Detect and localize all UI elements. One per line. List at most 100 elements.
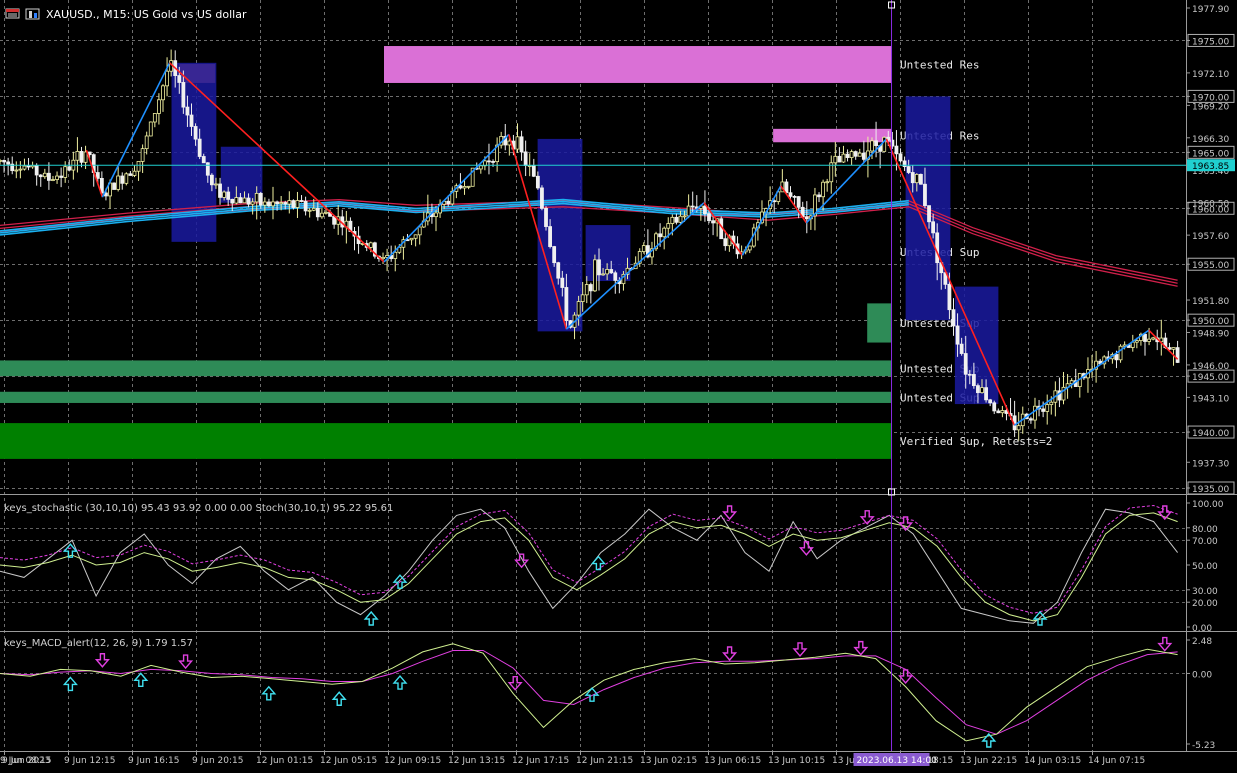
candle-body [1029, 418, 1033, 421]
candle-body [898, 153, 903, 162]
macd-down-arrow-icon [94, 653, 110, 668]
chart-type-icon[interactable] [25, 8, 40, 20]
candle-body [124, 173, 129, 184]
candle-body [857, 152, 862, 157]
candle-body [1041, 408, 1046, 412]
candle-body [413, 234, 418, 239]
candle-body [613, 272, 618, 281]
macd-down-arrow-icon [722, 646, 738, 662]
time-axis-label: 13 Jun 10:15 [768, 756, 825, 766]
candle-body [906, 166, 911, 173]
current-price-value: 1963.85 [1192, 162, 1229, 172]
candle-body [0, 160, 2, 162]
zone-resistance [384, 46, 892, 83]
candle-body [996, 410, 1001, 414]
candle-body [804, 216, 809, 220]
candle-body [792, 196, 797, 198]
candle-body [837, 155, 842, 163]
macd-up-arrow-icon [331, 691, 347, 706]
price-axis-label: 1975.00 [1192, 37, 1229, 47]
macd-down-arrow-icon [1157, 636, 1173, 652]
candle-body [157, 99, 161, 114]
candle-body [1049, 401, 1054, 406]
candle-body [519, 136, 524, 153]
candle-body [531, 165, 536, 177]
candle-body [1000, 410, 1005, 414]
macd-up-arrow-icon [261, 685, 277, 701]
candle-body [22, 165, 27, 170]
candle-body [923, 183, 927, 207]
candle-body [984, 387, 988, 401]
candle-body [466, 185, 471, 188]
stochastic-axis-label: 100.00 [1192, 500, 1224, 510]
stochastic-up-arrow-icon [590, 555, 606, 571]
candle-body [951, 309, 956, 327]
candle-body [1175, 347, 1180, 363]
zigzag-segment [101, 62, 171, 198]
price-axis-label: 1972.10 [1192, 70, 1229, 80]
candle-body [42, 172, 47, 178]
candle-body [1171, 347, 1176, 350]
candle-body [910, 172, 915, 184]
candle-body [132, 170, 137, 176]
time-axis-label: 13 Jun 06:15 [704, 756, 761, 766]
price-axis-label: 1966.30 [1192, 135, 1229, 145]
candle-body [218, 183, 222, 198]
trading-chart-window[interactable]: Untested ResUntested ResUntested SupUnte… [0, 0, 1237, 769]
time-axis-label: 9 Jun 20:15 [192, 756, 243, 766]
price-axis-label: 1977.90 [1192, 5, 1229, 15]
price-axis-label: 1955.00 [1192, 261, 1229, 271]
candle-body [120, 175, 125, 184]
candle-body [79, 151, 84, 163]
candle-body [678, 215, 683, 223]
macd-up-arrow-icon [133, 672, 149, 688]
zone-support [867, 303, 892, 343]
candle-body [1045, 404, 1050, 412]
candle-body [55, 175, 59, 180]
time-axis-label: 12 Jun 05:15 [320, 756, 377, 766]
candle-body [849, 151, 854, 158]
candle-body [747, 245, 752, 251]
candle-body [666, 223, 671, 229]
time-axis-label: 13 Jun 02:15 [640, 756, 697, 766]
candle-body [267, 201, 271, 207]
window-menu-icon[interactable] [5, 8, 20, 19]
candle-body [605, 269, 610, 275]
candle-body [821, 181, 825, 198]
macd-up-arrow-icon [392, 674, 408, 690]
cursor-time-label: 2023.06.13 14:00 [857, 756, 938, 766]
zone-resistance [773, 128, 892, 143]
time-axis-label: 12 Jun 21:15 [576, 756, 633, 766]
candle-body [238, 197, 243, 204]
candle-body [817, 194, 821, 198]
candle-body [861, 152, 866, 160]
candle-body [51, 179, 55, 181]
chart-canvas[interactable]: Untested ResUntested ResUntested SupUnte… [0, 0, 1237, 769]
candle-body [658, 233, 663, 238]
candle-body [6, 161, 11, 165]
candle-body [833, 155, 838, 164]
candle-body [902, 160, 907, 167]
candle-body [959, 343, 964, 354]
price-axis-label: 1969.20 [1192, 102, 1229, 112]
candle-body [59, 175, 64, 178]
candle-body [870, 140, 874, 152]
candle-body [75, 151, 80, 161]
candle-body [548, 226, 552, 247]
candle-body [487, 160, 491, 163]
candle-body [931, 221, 936, 234]
candle-body [597, 259, 601, 276]
candle-body [955, 325, 960, 345]
candle-body [234, 197, 239, 204]
price-axis-label: 1957.60 [1192, 232, 1229, 242]
candle-body [18, 168, 23, 171]
candle-body [303, 200, 308, 212]
time-axis-label: 12 Jun 13:15 [448, 756, 505, 766]
time-axis-label: 14 Jun 03:15 [1024, 756, 1081, 766]
candle-body [523, 151, 528, 166]
indicator-panels [0, 504, 1178, 748]
stochastic-axis-label: 80.00 [1192, 525, 1218, 535]
macd-down-arrow-icon [792, 642, 808, 658]
candle-body [1147, 338, 1151, 342]
zigzag-segment [1013, 329, 1150, 426]
